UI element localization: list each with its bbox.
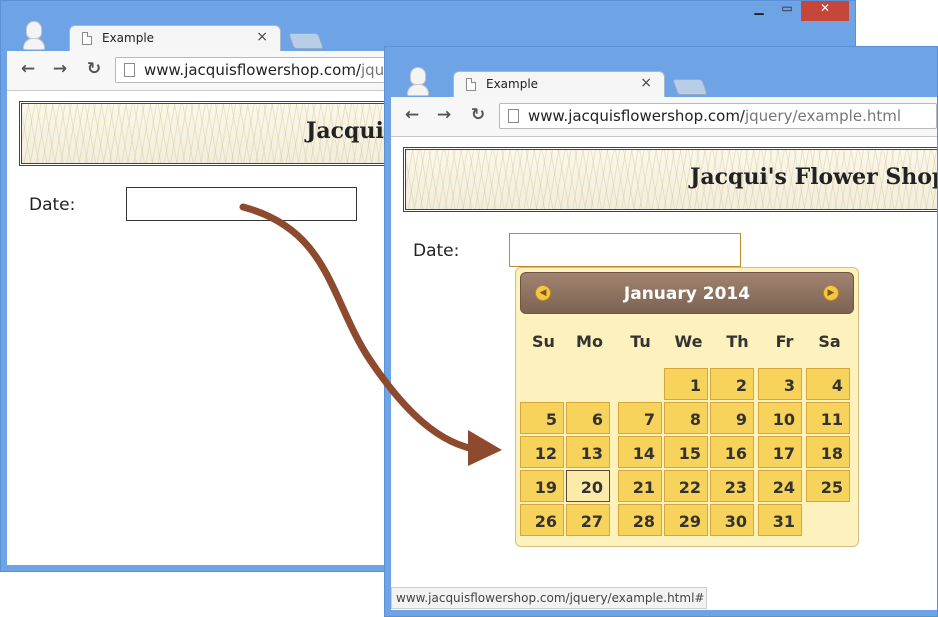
- curved-arrow-annotation: [239, 203, 502, 466]
- screenshot-stage: Example × ▁ ▭ ✕ ← → ↻ www.jacquisflowers…: [0, 0, 938, 617]
